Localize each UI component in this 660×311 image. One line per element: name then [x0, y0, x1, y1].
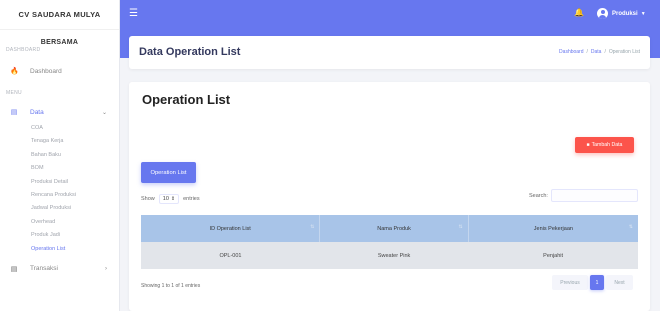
search-box: Search: [529, 189, 638, 202]
grid-icon: ▤ [10, 109, 18, 116]
sort-icon: ⇅ [458, 224, 463, 230]
menu-toggle-icon[interactable]: ☰ [129, 8, 138, 19]
show-label: Show [141, 196, 155, 202]
sort-arrows-icon: ⇕ [170, 196, 176, 202]
brand-logo[interactable]: CV SAUDARA MULYA [0, 0, 119, 30]
breadcrumb: Dashboard / Data / Operation List [559, 49, 640, 55]
breadcrumb-separator: / [586, 49, 588, 55]
fire-icon: 🔥 [10, 68, 19, 75]
operation-list-button[interactable]: Operation List [141, 162, 196, 183]
table-info: Showing 1 to 1 of 1 entries [141, 283, 201, 289]
data-table: ID Operation List ⇅ Nama Produk ⇅ Jenis Peke… [141, 215, 638, 269]
user-name: Produksi [612, 10, 638, 17]
sidebar-subitem-coa[interactable]: COA [0, 122, 119, 135]
sort-icon: ⇅ [628, 224, 633, 230]
breadcrumb-dashboard[interactable]: Dashboard [559, 49, 583, 55]
table-cell: OPL-001 [141, 242, 320, 269]
entries-value: 10 [162, 196, 169, 202]
previous-button[interactable]: Previous [552, 275, 588, 290]
sidebar-item-dashboard[interactable]: 🔥 Dashboard [0, 64, 119, 78]
column-header[interactable]: ID Operation List ⇅ [141, 215, 321, 242]
sidebar-subitem-overhead[interactable]: Overhead [0, 216, 119, 229]
page-1-button[interactable]: 1 [590, 275, 604, 290]
table-row: OPL-001 Sweater Pink Penjahit [141, 242, 638, 269]
sidebar-subitem-operation-list[interactable]: Operation List [0, 243, 119, 256]
column-header-label: Nama Produk [377, 225, 411, 232]
sidebar-item-label: Dashboard [30, 67, 62, 75]
column-header[interactable]: Jenis Pekerjaan ⇅ [468, 215, 638, 242]
column-header-label: ID Operation List [209, 225, 251, 232]
brand-subtitle: BERSAMA [40, 39, 79, 46]
sidebar-item-label: Data [30, 108, 44, 116]
chevron-right-icon: › [105, 265, 107, 272]
avatar [597, 8, 608, 19]
sidebar-subitem-produksi-detail[interactable]: Produksi Detail [0, 176, 119, 189]
sidebar-item-transaksi[interactable]: ▤ Transaksi › [0, 262, 119, 276]
table-body: OPL-001 Sweater Pink Penjahit [141, 242, 638, 269]
table-cell: Penjahit [468, 242, 638, 269]
entries-label: entries [183, 196, 200, 202]
sidebar-subitem-rencana-produksi[interactable]: Rencana Produksi [0, 189, 119, 202]
breadcrumb-data[interactable]: Data [591, 49, 602, 55]
column-header[interactable]: Nama Produk ⇅ [319, 215, 469, 242]
add-data-label: Tambah Data [591, 142, 623, 148]
sidebar-subitem-bom[interactable]: BOM [0, 162, 119, 175]
sidebar-subitem-produk-jadi[interactable]: Produk Jadi [0, 229, 119, 242]
entries-length: Show 10 ⇕ entries [141, 194, 200, 204]
pagination: Previous 1 Next [552, 275, 633, 290]
caret-down-icon: ▼ [640, 10, 646, 17]
section-label-dashboard: DASHBOARD [6, 47, 41, 53]
page-title: Data Operation List [139, 46, 241, 58]
bell-icon[interactable]: 🔔 [574, 8, 584, 17]
section-label-menu: MENU [6, 90, 22, 96]
data-submenu: COA Tenaga Kerja Bahan Baku BOM Produksi Det… [0, 122, 119, 256]
breadcrumb-current: Operation List [608, 49, 640, 55]
breadcrumb-separator: / [604, 49, 606, 55]
next-button[interactable]: Next [606, 275, 633, 290]
table-cell: Sweater Pink [319, 242, 469, 269]
column-header-label: Jenis Pekerjaan [533, 225, 573, 232]
section-header: Data Operation List Dashboard / Data / Opera… [129, 36, 650, 69]
entries-select[interactable]: 10 ⇕ [158, 194, 180, 204]
table-header-row: ID Operation List ⇅ Nama Produk ⇅ Jenis Peke… [141, 215, 638, 242]
user-dropdown[interactable]: Produksi ▼ [597, 8, 646, 19]
search-input[interactable] [550, 189, 638, 202]
operation-list-card: Operation List ■ Tambah Data Operation L… [129, 82, 650, 311]
sidebar-subitem-bahan-baku[interactable]: Bahan Baku [0, 149, 119, 162]
sidebar-subitem-tenaga-kerja[interactable]: Tenaga Kerja [0, 135, 119, 148]
sidebar: CV SAUDARA MULYA BERSAMA DASHBOARD 🔥 Das… [0, 0, 120, 311]
chevron-down-icon: ⌄ [101, 109, 107, 116]
sort-icon: ⇅ [310, 224, 315, 230]
search-label: Search: [529, 192, 548, 199]
card-title: Operation List [142, 92, 231, 107]
sidebar-item-label: Transaksi [30, 265, 58, 273]
sidebar-subitem-jadwal-produksi[interactable]: Jadwal Produksi [0, 202, 119, 215]
sidebar-item-data[interactable]: ▤ Data ⌄ [0, 105, 119, 119]
list-icon: ▤ [10, 265, 18, 273]
add-data-button[interactable]: ■ Tambah Data [575, 137, 634, 153]
folder-icon: ■ [586, 142, 590, 148]
